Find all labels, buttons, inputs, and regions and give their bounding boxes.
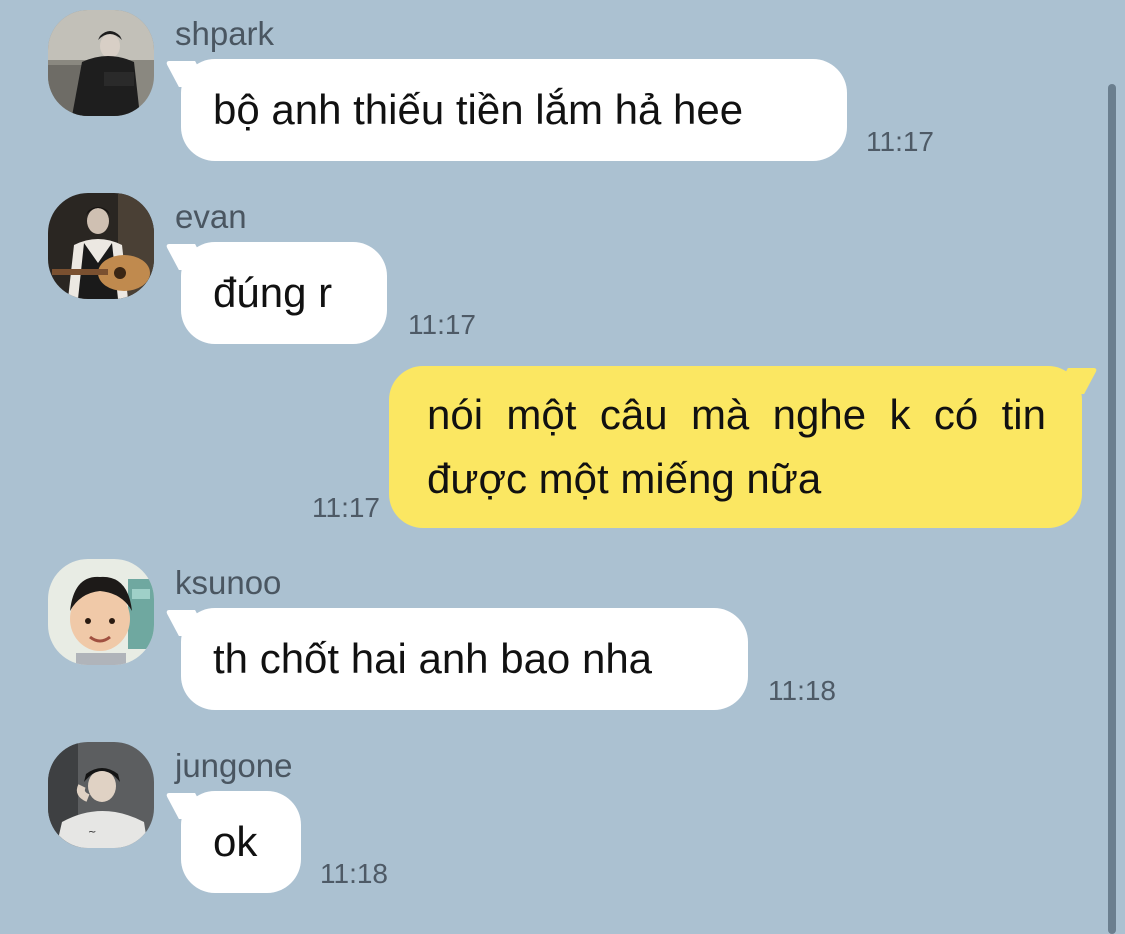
message-time: 11:17 <box>312 492 380 523</box>
sender-name: shpark <box>175 15 275 52</box>
message-time: 11:18 <box>320 858 388 889</box>
sender-name: jungone <box>175 747 293 784</box>
ksunoo-avatar[interactable] <box>48 559 154 665</box>
sender-name: ksunoo <box>175 564 282 601</box>
my-message-bubble[interactable]: nói một câu mà nghe k có tin được một mi… <box>389 366 1082 528</box>
chat-screen: { "messages": [ { "sender": "shpark", "t… <box>0 0 1125 934</box>
evan-avatar[interactable] <box>48 193 154 299</box>
message-bubble[interactable]: ok <box>181 791 301 893</box>
message-text: nói một câu mà nghe k có tin được một mi… <box>427 391 1046 502</box>
message-time: 11:17 <box>866 126 934 157</box>
message-text: bộ anh thiếu tiền lắm hả hee <box>213 86 744 133</box>
scrollbar[interactable] <box>1108 84 1116 934</box>
message-bubble[interactable]: th chốt hai anh bao nha <box>181 608 748 710</box>
svg-text:~: ~ <box>88 827 96 838</box>
message-time: 11:17 <box>408 309 476 340</box>
message-text: đúng r <box>213 269 333 316</box>
shpark-avatar[interactable] <box>48 10 154 116</box>
message-bubble[interactable]: đúng r <box>181 242 387 344</box>
sender-name: evan <box>175 198 247 235</box>
message-time: 11:18 <box>768 675 836 706</box>
message-text: ok <box>213 818 258 865</box>
message-bubble[interactable]: bộ anh thiếu tiền lắm hả hee <box>181 59 847 161</box>
message-text: th chốt hai anh bao nha <box>213 635 653 682</box>
jungone-avatar[interactable]: ~ <box>48 742 154 848</box>
